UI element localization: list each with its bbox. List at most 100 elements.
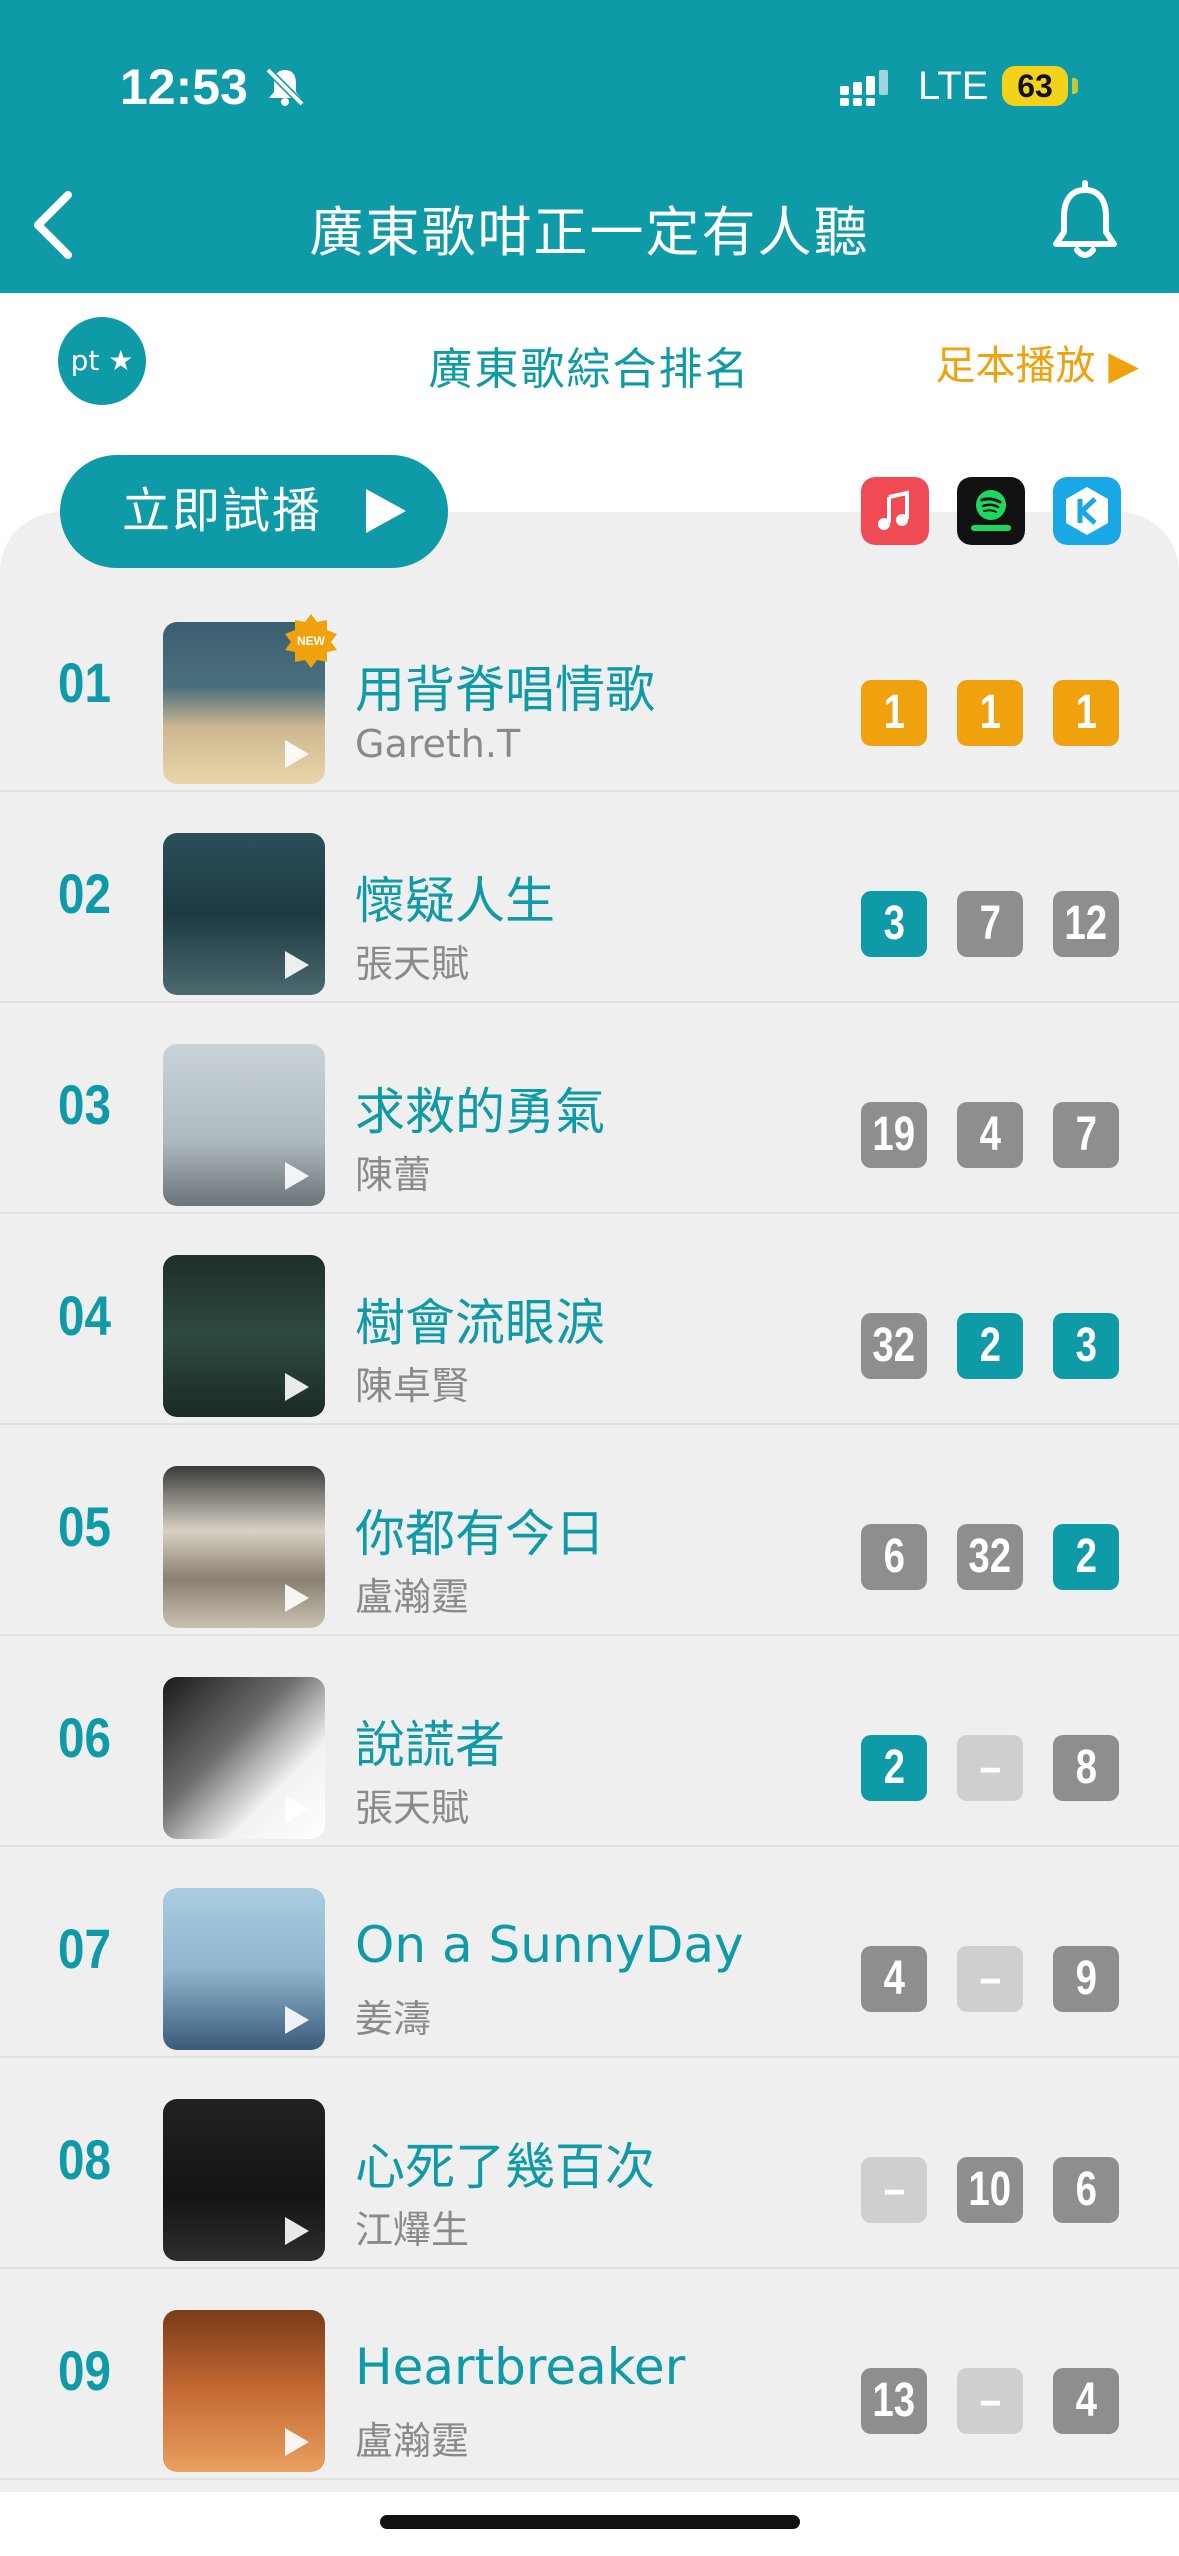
- kkbox-rank-badge: 3: [1053, 1313, 1119, 1379]
- bell-off-icon: [265, 67, 305, 107]
- spotify-rank-badge: 10: [957, 2157, 1023, 2223]
- song-title[interactable]: 求救的勇氣: [355, 1072, 605, 1144]
- song-row[interactable]: 05 你都有今日 盧瀚霆 6 32 2: [0, 1424, 1179, 1636]
- notification-bell-icon[interactable]: [1040, 178, 1130, 268]
- badge-value: 13: [872, 2374, 916, 2427]
- song-artist: 陳卓賢: [355, 1364, 470, 1408]
- badge-value: 4: [1075, 2374, 1097, 2427]
- apple-music-rank-badge: 6: [861, 1524, 927, 1590]
- album-cover[interactable]: [163, 833, 325, 995]
- kkbox-rank-badge: 6: [1053, 2157, 1119, 2223]
- spotify-rank-badge: 32: [957, 1524, 1023, 1590]
- song-artist: 張天賦: [355, 1786, 470, 1830]
- badge-value: –: [883, 2163, 905, 2216]
- badge-value: 7: [1075, 1108, 1097, 1161]
- song-artist: Gareth.T: [355, 722, 521, 766]
- song-artist: 姜濤: [355, 1997, 432, 2041]
- song-row[interactable]: 09 Heartbreaker 盧瀚霆 13 – 4: [0, 2268, 1179, 2480]
- play-icon: [285, 2217, 309, 2245]
- rank-number: 05: [58, 1495, 111, 1558]
- spotify-rank-badge: 1: [957, 680, 1023, 746]
- apple-music-rank-badge: 2: [861, 1735, 927, 1801]
- apple-music-rank-badge: 19: [861, 1102, 927, 1168]
- badge-value: 2: [1075, 1530, 1097, 1583]
- full-play-link[interactable]: 足本播放 ▶: [936, 333, 1139, 391]
- spotify-rank-badge: –: [957, 1735, 1023, 1801]
- play-icon: [285, 1162, 309, 1190]
- rank-number: 04: [58, 1284, 111, 1347]
- badge-value: 9: [1075, 1952, 1097, 2005]
- play-icon: [285, 951, 309, 979]
- badge-value: 1: [979, 686, 1001, 739]
- apple-music-rank-badge: 3: [861, 891, 927, 957]
- play-icon: [285, 740, 309, 768]
- try-play-button[interactable]: 立即試播: [60, 455, 448, 568]
- spotify-rank-badge: –: [957, 2368, 1023, 2434]
- song-row[interactable]: 06 說謊者 張天賦 2 – 8: [0, 1635, 1179, 1847]
- album-cover[interactable]: [163, 2310, 325, 2472]
- new-badge-icon: NEW: [285, 614, 337, 668]
- song-title[interactable]: 樹會流眼淚: [355, 1283, 605, 1355]
- song-title[interactable]: 你都有今日: [355, 1494, 605, 1566]
- apple-music-rank-badge: 4: [861, 1946, 927, 2012]
- rank-number: 01: [58, 651, 111, 714]
- badge-value: 4: [883, 1952, 905, 2005]
- play-icon: [285, 1795, 309, 1823]
- rank-number: 08: [58, 2128, 111, 2191]
- song-artist: 盧瀚霆: [355, 2419, 470, 2463]
- kkbox-rank-badge: 4: [1053, 2368, 1119, 2434]
- album-cover[interactable]: [163, 1466, 325, 1628]
- album-cover[interactable]: [163, 1677, 325, 1839]
- play-icon: [285, 1373, 309, 1401]
- badge-value: 3: [1075, 1319, 1097, 1372]
- song-artist: 江𤒹生: [355, 2208, 470, 2252]
- song-row[interactable]: 07 On a SunnyDay 姜濤 4 – 9: [0, 1846, 1179, 2058]
- spotify-rank-badge: 2: [957, 1313, 1023, 1379]
- play-icon: [366, 489, 406, 533]
- rank-number: 09: [58, 2339, 111, 2402]
- badge-value: –: [979, 1741, 1001, 1794]
- song-artist: 陳蕾: [355, 1153, 432, 1197]
- signal-icon: [840, 70, 888, 106]
- apple-music-rank-badge: –: [861, 2157, 927, 2223]
- badge-value: –: [979, 1952, 1001, 2005]
- spotify-rank-badge: 4: [957, 1102, 1023, 1168]
- kkbox-rank-badge: 12: [1053, 891, 1119, 957]
- badge-value: 2: [979, 1319, 1001, 1372]
- badge-value: 7: [979, 897, 1001, 950]
- badge-value: 12: [1064, 897, 1108, 950]
- song-row[interactable]: 01 NEW 用背脊唱情歌 Gareth.T 1 1 1: [0, 580, 1179, 792]
- song-title[interactable]: On a SunnyDay: [355, 1916, 744, 1974]
- song-title[interactable]: 懷疑人生: [355, 861, 555, 933]
- kkbox-rank-badge: 8: [1053, 1735, 1119, 1801]
- apple-music-rank-badge: 32: [861, 1313, 927, 1379]
- play-icon: [285, 2428, 309, 2456]
- album-cover[interactable]: [163, 1255, 325, 1417]
- page-title: 廣東歌咁正一定有人聽: [309, 201, 870, 264]
- badge-value: 19: [872, 1108, 916, 1161]
- badge-value: 6: [883, 1530, 905, 1583]
- badge-value: 2: [883, 1741, 905, 1794]
- song-title[interactable]: 說謊者: [355, 1705, 505, 1777]
- song-row[interactable]: 03 求救的勇氣 陳蕾 19 4 7: [0, 1002, 1179, 1214]
- album-cover[interactable]: [163, 1888, 325, 2050]
- song-title[interactable]: Heartbreaker: [355, 2338, 685, 2396]
- rank-number: 02: [58, 862, 111, 925]
- apple-music-icon: [861, 477, 929, 545]
- badge-value: 1: [883, 686, 905, 739]
- song-row[interactable]: 08 心死了幾百次江𤒹生 – 10 6: [0, 2057, 1179, 2269]
- badge-value: –: [979, 2374, 1001, 2427]
- song-row[interactable]: 02 懷疑人生 張天賦 3 7 12: [0, 791, 1179, 1003]
- song-title[interactable]: 心死了幾百次: [355, 2127, 655, 2199]
- song-title[interactable]: 用背脊唱情歌: [355, 650, 655, 722]
- home-indicator[interactable]: [380, 2515, 800, 2529]
- kkbox-rank-badge: 7: [1053, 1102, 1119, 1168]
- song-row[interactable]: 04 樹會流眼淚陳卓賢 32 2 3: [0, 1213, 1179, 1425]
- album-cover[interactable]: [163, 2099, 325, 2261]
- badge-value: 32: [872, 1319, 916, 1372]
- spotify-icon: [957, 477, 1025, 545]
- play-icon: [285, 2006, 309, 2034]
- badge-value: 3: [883, 897, 905, 950]
- album-cover[interactable]: [163, 1044, 325, 1206]
- apple-music-rank-badge: 1: [861, 680, 927, 746]
